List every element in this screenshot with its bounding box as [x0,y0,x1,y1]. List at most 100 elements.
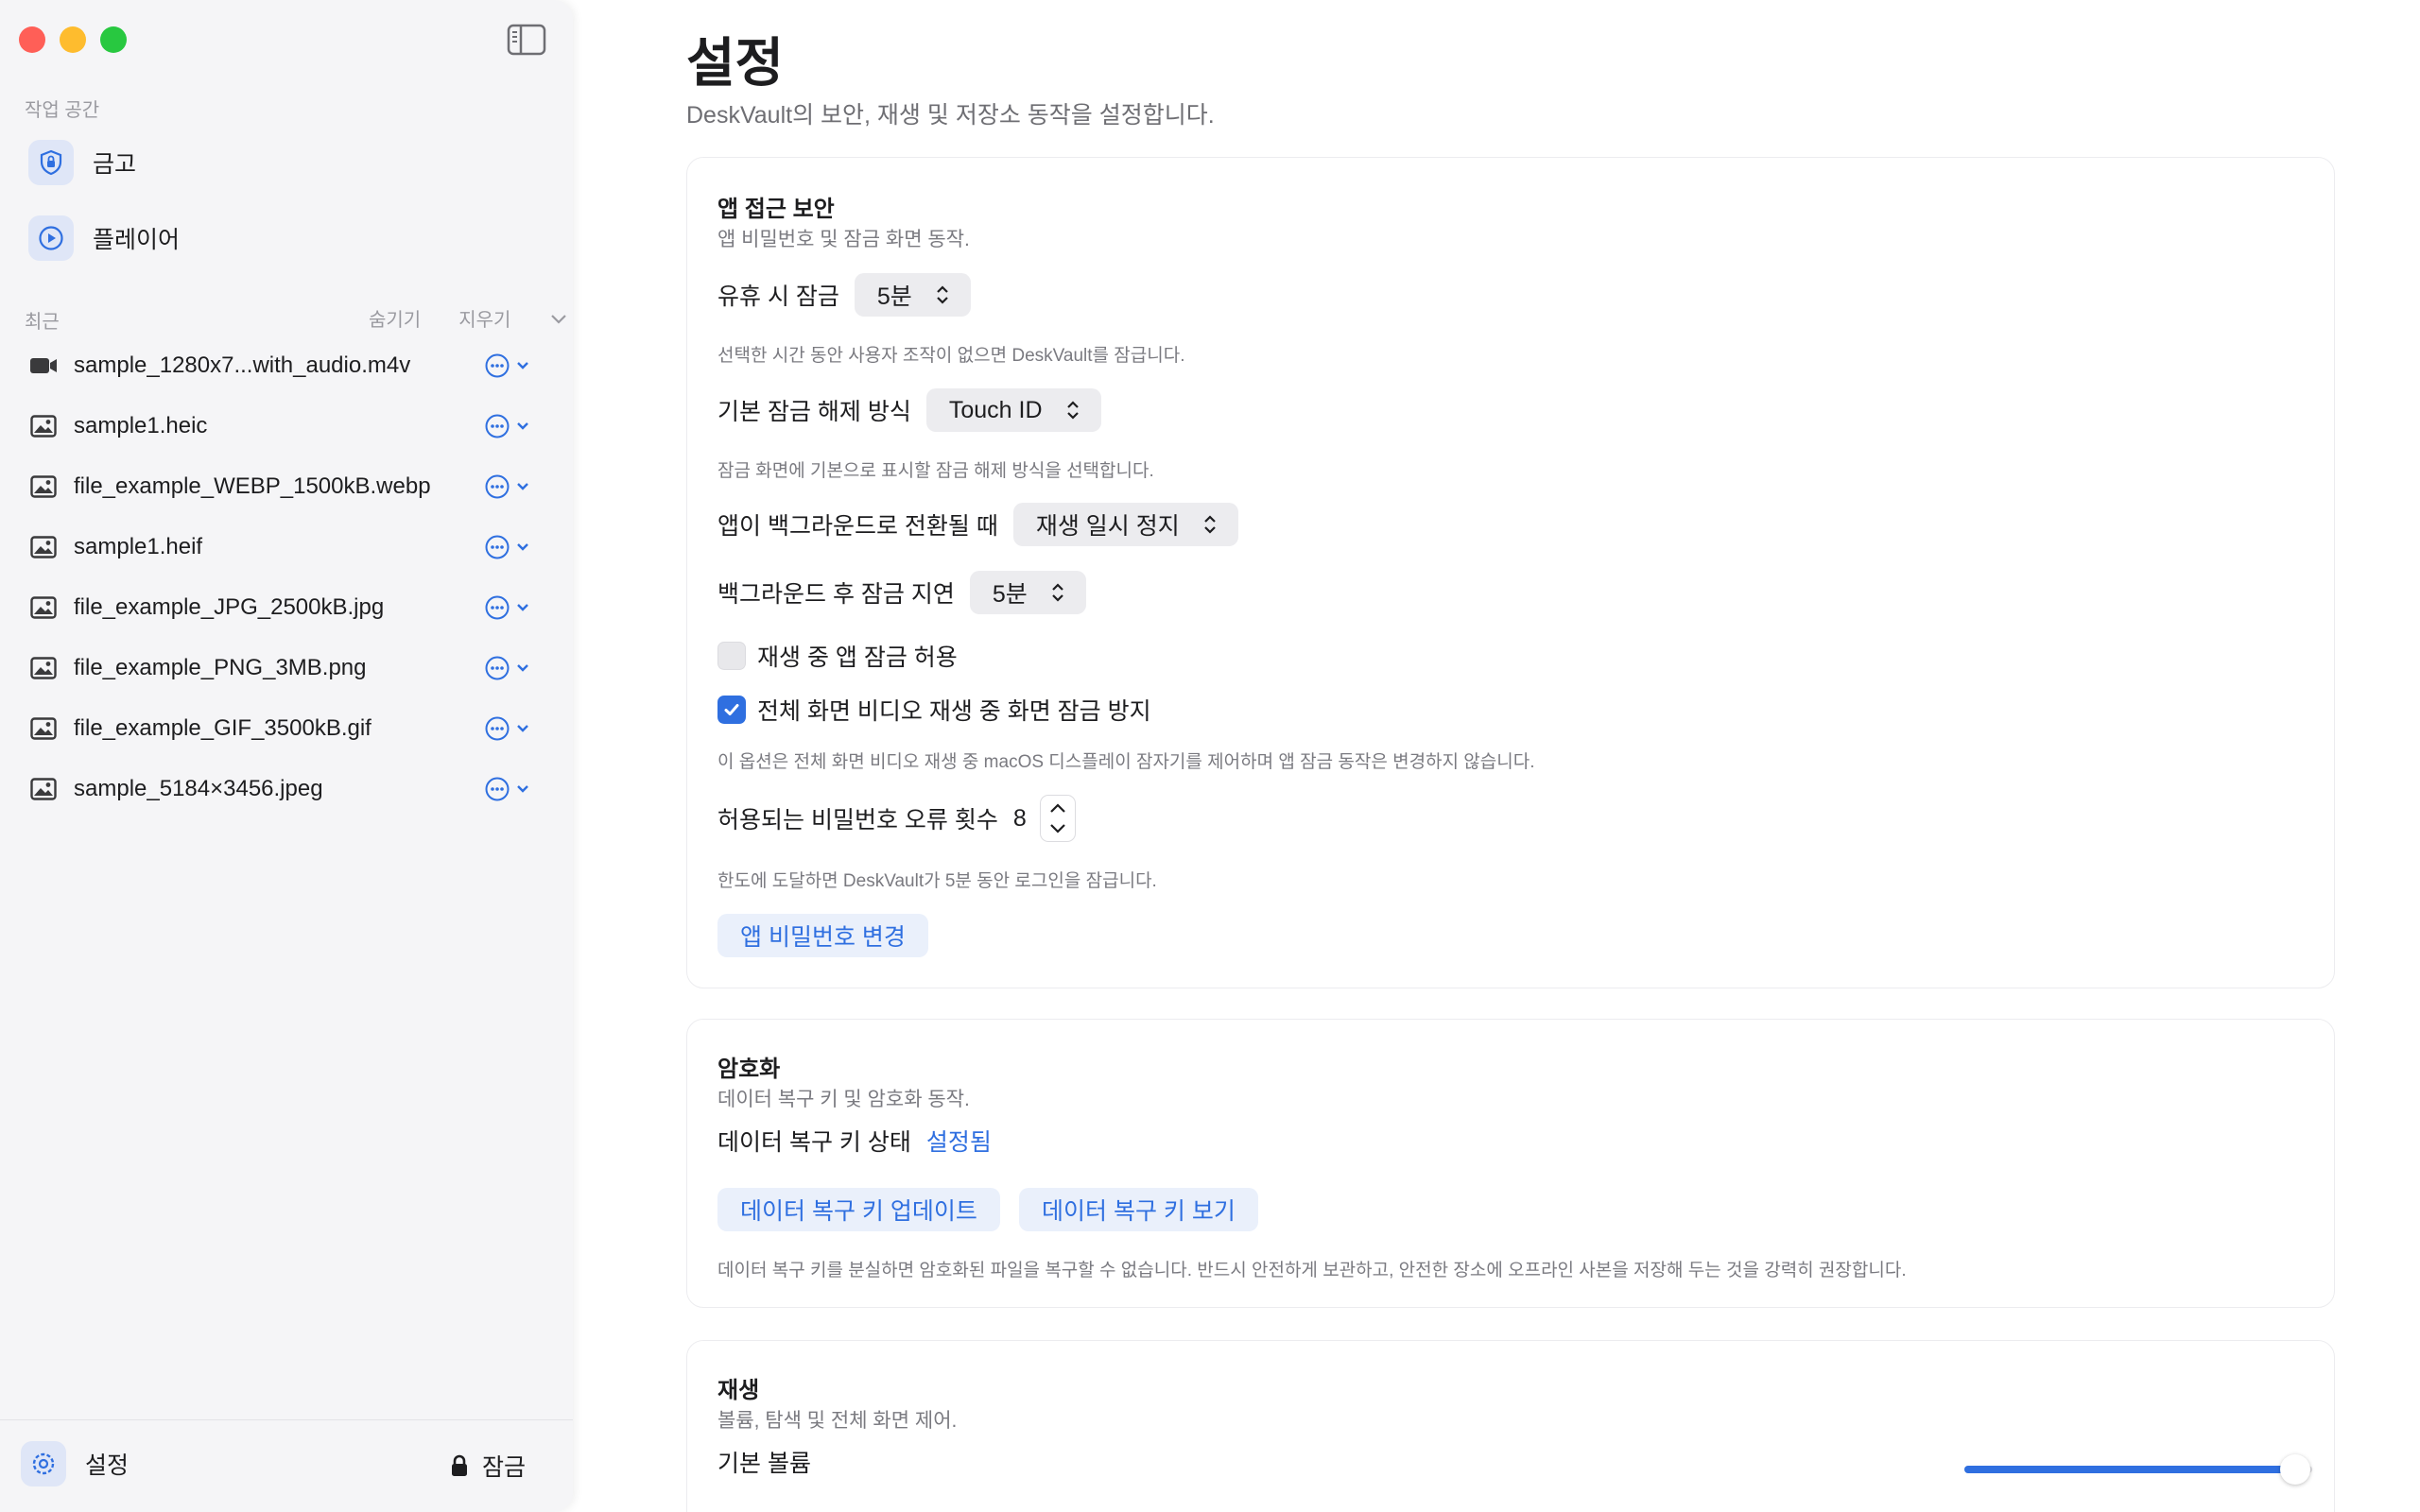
recent-file-row[interactable]: file_example_WEBP_1500kB.webp [28,463,539,510]
workspace-section-label: 작업 공간 [25,100,100,121]
up-down-chevron-icon [937,285,948,304]
volume-slider-thumb[interactable] [2279,1454,2310,1485]
background-delay-label: 백그라운드 후 잠금 지연 [717,581,955,608]
close-window-button[interactable] [19,26,45,53]
chevron-down-icon[interactable] [514,478,531,495]
chevron-down-icon[interactable] [514,720,531,737]
more-options-icon[interactable] [484,413,510,439]
prevent-lock-label: 전체 화면 비디오 재생 중 화면 잠금 방지 [757,698,1151,725]
play-icon [28,215,74,261]
unlock-method-row: 기본 잠금 해제 방식 Touch ID [717,388,1101,432]
security-card: 앱 접근 보안 앱 비밀번호 및 잠금 화면 동작. 유휴 시 잠금 5분 선택… [686,157,2335,988]
chevron-down-icon[interactable] [514,599,531,616]
image-icon [28,532,59,562]
chevron-down-icon[interactable] [514,781,531,798]
image-icon [28,653,59,683]
image-icon [28,472,59,502]
chevron-down-icon[interactable] [514,418,531,435]
prevent-lock-row[interactable]: 전체 화면 비디오 재생 중 화면 잠금 방지 [717,693,1167,727]
default-volume-slider[interactable] [1964,1454,2312,1485]
recent-file-row[interactable]: file_example_JPG_2500kB.jpg [28,584,539,631]
background-behavior-label: 앱이 백그라운드로 전환될 때 [717,513,998,540]
more-options-icon[interactable] [484,776,510,802]
file-actions [484,534,531,560]
sidebar-footer: 설정 잠금 [0,1419,573,1512]
video-icon [28,351,59,381]
background-delay-row: 백그라운드 후 잠금 지연 5분 [717,571,1086,614]
sidebar-item-vault[interactable]: 금고 [28,136,136,189]
sidebar-toggle-icon[interactable] [507,24,546,56]
idle-lock-value: 5분 [876,284,912,310]
sidebar-item-player[interactable]: 플레이어 [28,212,180,265]
playback-title: 재생 [717,1378,760,1403]
recovery-key-status-label: 데이터 복구 키 상태 [717,1129,911,1156]
idle-lock-select[interactable]: 5분 [854,273,971,317]
recent-file-row[interactable]: sample1.heic [28,403,539,450]
minimize-window-button[interactable] [60,26,86,53]
chevron-down-icon[interactable] [514,660,531,677]
recent-clear-button[interactable]: 지우기 [458,304,510,332]
recent-file-name: sample_1280x7...with_audio.m4v [74,352,411,378]
sidebar-item-label: 플레이어 [93,227,181,253]
background-behavior-select[interactable]: 재생 일시 정지 [1012,503,1238,546]
zoom-window-button[interactable] [100,26,127,53]
idle-lock-row: 유휴 시 잠금 5분 [717,273,971,317]
more-options-icon[interactable] [484,715,510,742]
security-desc: 앱 비밀번호 및 잠금 화면 동작. [717,229,970,250]
up-down-chevron-icon [1051,583,1063,602]
recent-file-name: file_example_GIF_3500kB.gif [74,715,372,741]
playback-desc: 볼륨, 탐색 및 전체 화면 제어. [717,1410,958,1432]
update-recovery-key-button[interactable]: 데이터 복구 키 업데이트 [717,1188,1000,1231]
more-options-icon[interactable] [484,352,510,379]
unlock-method-label: 기본 잠금 해제 방식 [717,399,911,425]
lock-label: 잠금 [482,1454,527,1481]
sidebar-item-label: 금고 [93,151,137,178]
recent-hide-button[interactable]: 숨기기 [369,304,421,332]
unlock-method-hint: 잠금 화면에 기본으로 표시할 잠금 해제 방식을 선택합니다. [717,461,1154,481]
default-volume-row: 기본 볼륨 [717,1445,826,1479]
encryption-title: 암호화 [717,1057,781,1082]
file-actions [484,473,531,500]
image-icon [28,411,59,441]
change-password-button[interactable]: 앱 비밀번호 변경 [717,914,928,957]
recent-file-row[interactable]: sample1.heif [28,524,539,571]
recent-file-name: file_example_WEBP_1500kB.webp [74,473,431,499]
window-controls [19,26,127,53]
more-options-icon[interactable] [484,473,510,500]
recent-file-row[interactable]: file_example_PNG_3MB.png [28,644,539,692]
security-title: 앱 접근 보안 [717,197,835,222]
prevent-lock-hint: 이 옵션은 전체 화면 비디오 재생 중 macOS 디스플레이 잠자기를 제어… [717,752,1535,772]
recent-file-row[interactable]: sample_1280x7...with_audio.m4v [28,342,539,389]
allow-lock-playing-checkbox[interactable] [717,642,746,670]
shield-icon [28,140,74,185]
chevron-down-icon[interactable] [1047,822,1068,835]
recent-file-row[interactable]: sample_5184×3456.jpeg [28,765,539,813]
password-attempts-stepper[interactable] [1039,795,1076,842]
more-options-icon[interactable] [484,534,510,560]
recent-file-row[interactable]: file_example_GIF_3500kB.gif [28,705,539,752]
encryption-card: 암호화 데이터 복구 키 및 암호화 동작. 데이터 복구 키 상태 설정됨 데… [686,1019,2335,1308]
image-icon [28,774,59,804]
gear-icon [21,1441,66,1486]
lock-icon [452,1454,467,1476]
allow-lock-playing-row[interactable]: 재생 중 앱 잠금 허용 [717,639,973,673]
background-delay-value: 5분 [992,581,1028,608]
more-options-icon[interactable] [484,594,510,621]
chevron-down-icon[interactable] [514,539,531,556]
file-actions [484,776,531,802]
chevron-down-icon[interactable] [514,357,531,374]
sidebar-item-settings[interactable]: 설정 [21,1441,129,1486]
sidebar: 작업 공간 금고 플레이어 최근 숨기기 지우기 sample_1280x7..… [0,0,573,1512]
recovery-key-status-row: 데이터 복구 키 상태 설정됨 [717,1124,992,1158]
chevron-down-icon[interactable] [548,308,569,329]
chevron-up-icon[interactable] [1047,801,1068,815]
lock-button[interactable]: 잠금 [450,1449,526,1483]
unlock-method-select[interactable]: Touch ID [925,388,1101,432]
view-recovery-key-button[interactable]: 데이터 복구 키 보기 [1019,1188,1258,1231]
prevent-lock-checkbox[interactable] [717,696,746,724]
page-subtitle: DeskVault의 보안, 재생 및 저장소 동작을 설정합니다. [686,102,1215,129]
up-down-chevron-icon [1066,401,1079,420]
more-options-icon[interactable] [484,655,510,681]
up-down-chevron-icon [1203,515,1216,534]
background-delay-select[interactable]: 5분 [969,571,1086,614]
